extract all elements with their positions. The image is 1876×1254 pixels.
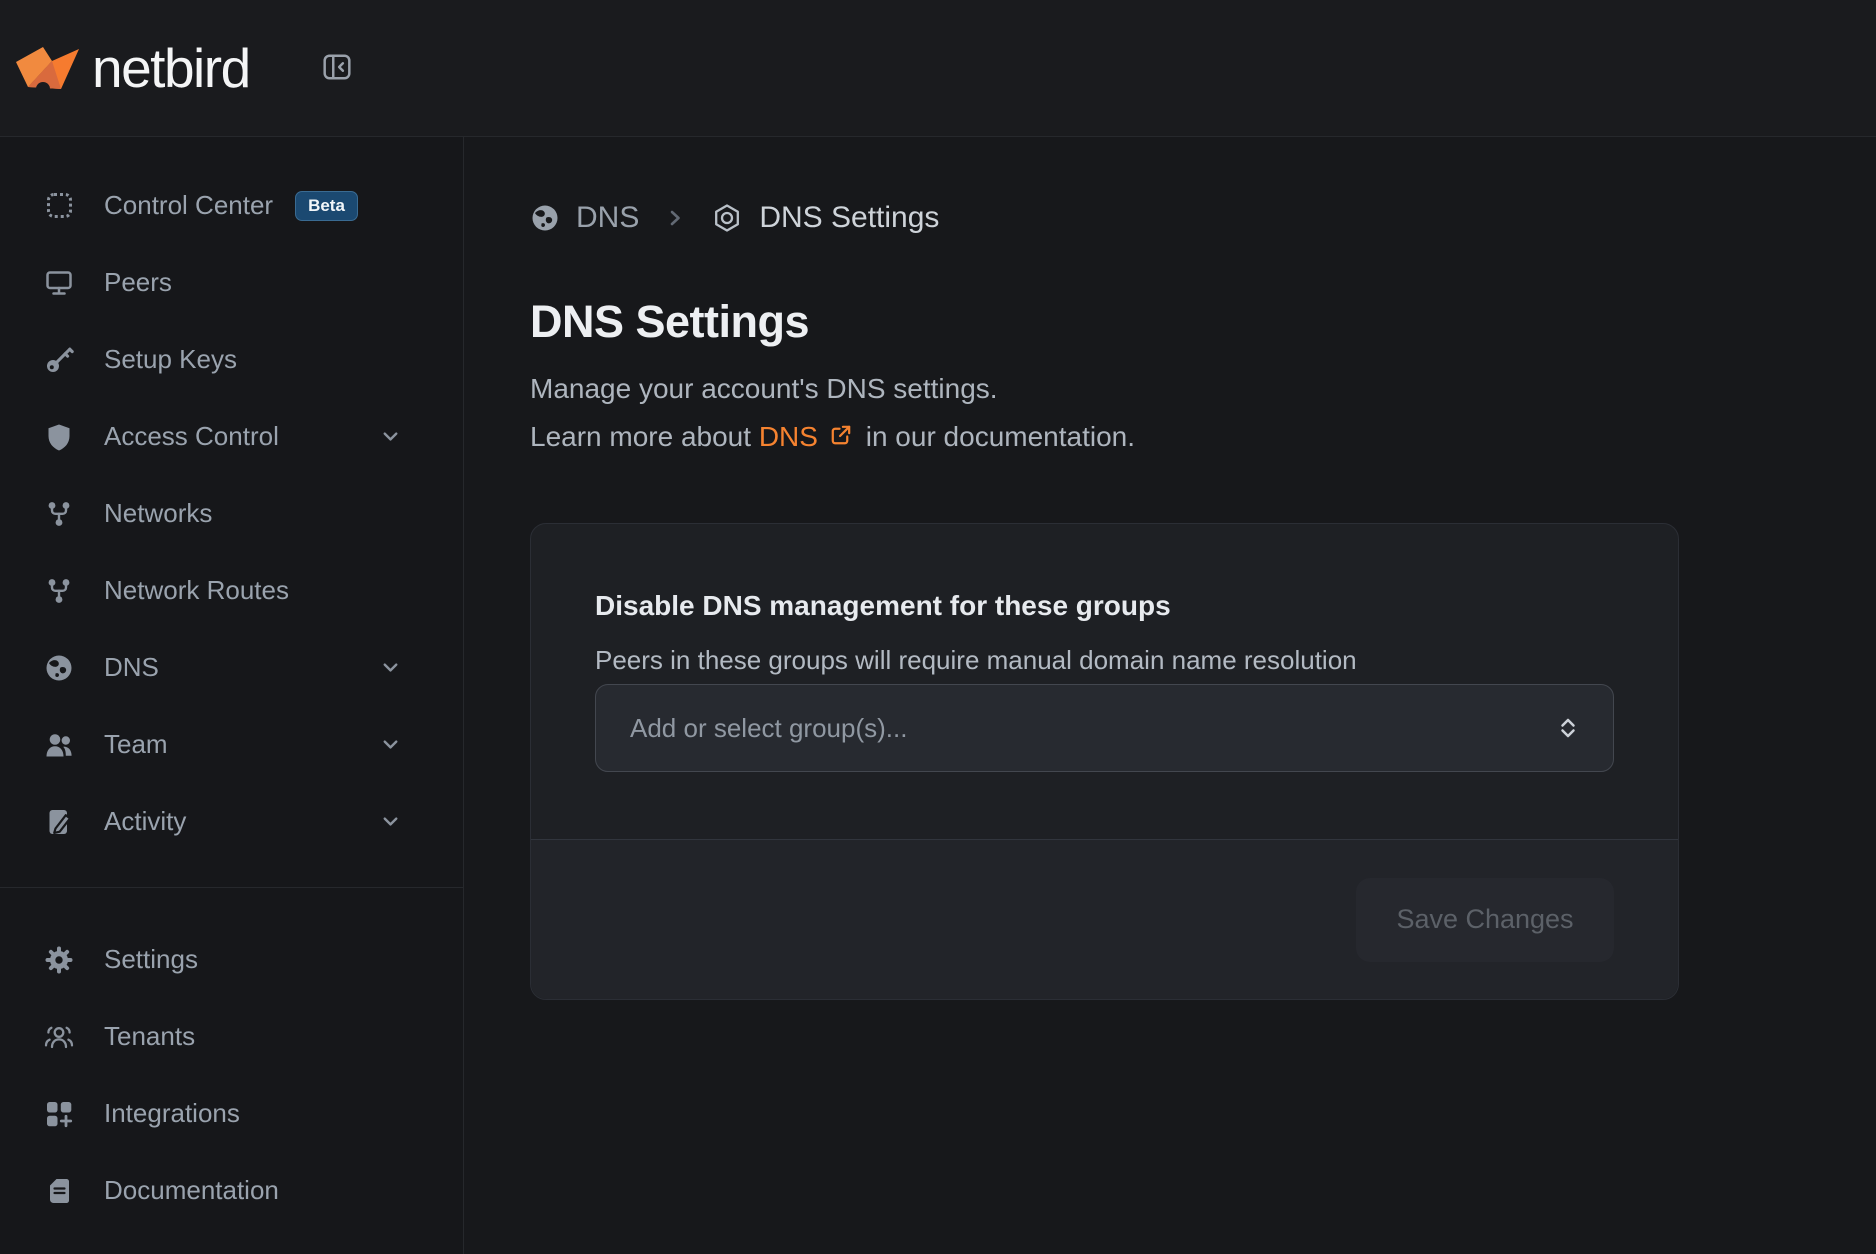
chevrons-up-down-icon: [1553, 713, 1583, 743]
sidebar-item-network-routes[interactable]: Network Routes: [0, 552, 463, 629]
chevron-right-icon: [661, 204, 689, 232]
breadcrumb-dns-settings[interactable]: DNS Settings: [711, 201, 939, 235]
dns-docs-link[interactable]: DNS: [759, 421, 818, 452]
sidebar-item-label: Access Control: [104, 421, 279, 452]
sidebar-item-activity[interactable]: Activity: [0, 783, 463, 860]
page-description: Manage your account's DNS settings. Lear…: [530, 365, 1876, 461]
breadcrumb-label: DNS Settings: [759, 201, 939, 235]
group-select-placeholder: Add or select group(s)...: [630, 713, 907, 744]
sidebar-item-dns[interactable]: DNS: [0, 629, 463, 706]
chevron-down-icon: [378, 809, 403, 834]
blocks-plus-icon: [44, 1099, 74, 1129]
file-pen-icon: [44, 807, 74, 837]
globe-icon: [44, 653, 74, 683]
dns-management-card: Disable DNS management for these groups …: [530, 523, 1679, 1000]
page-description-line1: Manage your account's DNS settings.: [530, 373, 998, 404]
breadcrumb-label: DNS: [576, 201, 639, 235]
breadcrumb-dns[interactable]: DNS: [530, 201, 639, 235]
gear-icon: [44, 945, 74, 975]
control-center-icon: [44, 191, 74, 221]
sidebar-divider: [0, 887, 463, 888]
sidebar-item-label: Setup Keys: [104, 344, 237, 375]
book-icon: [44, 1176, 74, 1206]
brand-name: netbird: [92, 36, 250, 100]
card-footer: Save Changes: [531, 839, 1678, 999]
sidebar-item-peers[interactable]: Peers: [0, 244, 463, 321]
users-icon: [44, 730, 74, 760]
sidebar-item-label: Activity: [104, 806, 186, 837]
sidebar-item-team[interactable]: Team: [0, 706, 463, 783]
sidebar: Control Center Beta Peers: [0, 137, 464, 1254]
sidebar-item-label: Team: [104, 729, 168, 760]
sidebar-item-access-control[interactable]: Access Control: [0, 398, 463, 475]
shield-icon: [44, 422, 74, 452]
sidebar-item-label: Networks: [104, 498, 212, 529]
top-bar: netbird: [0, 0, 1876, 137]
breadcrumb: DNS DNS Settings: [530, 195, 1876, 241]
sidebar-item-label: Peers: [104, 267, 172, 298]
page-title: DNS Settings: [530, 293, 1876, 351]
netbird-bird-icon: [16, 44, 80, 92]
network-fork-icon: [44, 576, 74, 606]
panel-left-close-icon[interactable]: [321, 51, 353, 83]
sidebar-item-networks[interactable]: Networks: [0, 475, 463, 552]
sidebar-item-tenants[interactable]: Tenants: [0, 998, 463, 1075]
main-content: DNS DNS Settings DNS Settings Manage you…: [465, 137, 1876, 1254]
monitor-icon: [44, 268, 74, 298]
group-select-input[interactable]: Add or select group(s)...: [595, 684, 1614, 772]
sidebar-item-setup-keys[interactable]: Setup Keys: [0, 321, 463, 398]
sidebar-item-settings[interactable]: Settings: [0, 921, 463, 998]
chevron-down-icon: [378, 732, 403, 757]
settings-hexagon-icon: [711, 202, 743, 234]
card-heading: Disable DNS management for these groups: [595, 588, 1614, 624]
chevron-down-icon: [378, 424, 403, 449]
card-description: Peers in these groups will require manua…: [595, 642, 1614, 678]
sidebar-item-label: Documentation: [104, 1175, 279, 1206]
sidebar-item-documentation[interactable]: Documentation: [0, 1152, 463, 1229]
beta-badge: Beta: [295, 191, 358, 221]
netbird-logo[interactable]: netbird: [16, 36, 250, 100]
sidebar-item-integrations[interactable]: Integrations: [0, 1075, 463, 1152]
page-description-line2: Learn more about: [530, 421, 751, 452]
sidebar-item-label: Tenants: [104, 1021, 195, 1052]
sidebar-item-label: Integrations: [104, 1098, 240, 1129]
people-group-icon: [44, 1022, 74, 1052]
netbird-dashboard: netbird Control Center Beta: [0, 0, 1876, 1254]
sidebar-item-label: Control Center: [104, 190, 273, 221]
save-changes-button[interactable]: Save Changes: [1356, 878, 1614, 962]
card-body: Disable DNS management for these groups …: [531, 524, 1678, 839]
sidebar-item-label: Settings: [104, 944, 198, 975]
key-icon: [44, 345, 74, 375]
globe-icon: [530, 203, 560, 233]
page-description-line2-suffix: in our documentation.: [858, 421, 1135, 452]
network-fork-icon: [44, 499, 74, 529]
sidebar-item-label: DNS: [104, 652, 159, 683]
chevron-down-icon: [378, 655, 403, 680]
sidebar-item-label: Network Routes: [104, 575, 289, 606]
sidebar-item-control-center[interactable]: Control Center Beta: [0, 167, 463, 244]
external-link-icon: [827, 422, 854, 449]
